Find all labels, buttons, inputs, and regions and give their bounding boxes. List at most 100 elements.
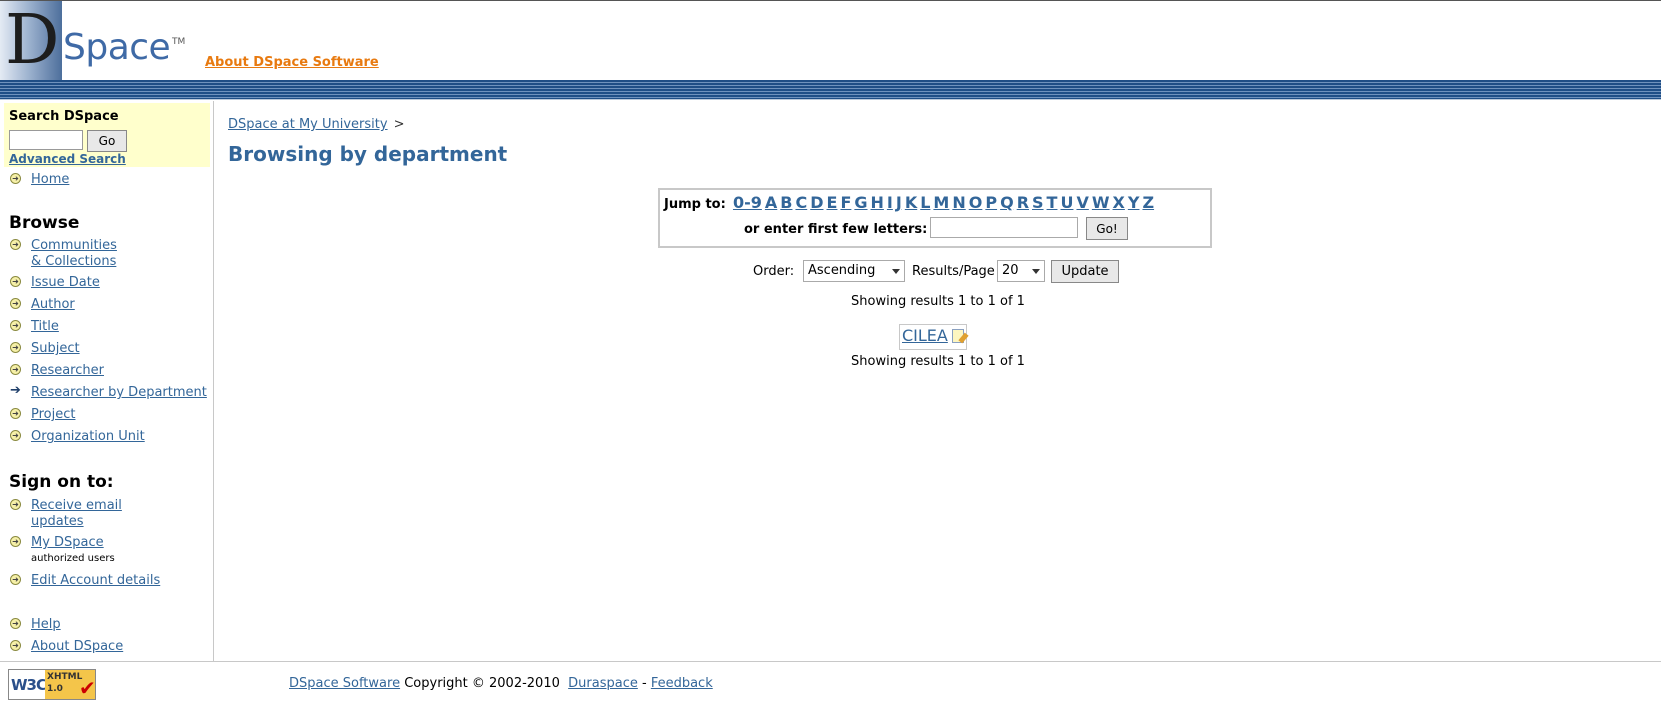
footer-dspace-software-link[interactable]: DSpace Software [289, 676, 400, 691]
jump-letter-link[interactable]: C [795, 193, 807, 212]
w3c-xhtml-badge[interactable]: W3C XHTML 1.0 ✔ [8, 669, 96, 700]
jump-letter-link[interactable]: Q [1000, 193, 1014, 212]
arrow-bullet-icon: ➜ [10, 430, 21, 441]
arrow-bullet-icon: ➜ [10, 173, 21, 184]
breadcrumb-home-link[interactable]: DSpace at My University [228, 117, 388, 132]
footer-copyright: Copyright © 2002-2010 [404, 676, 560, 691]
advanced-search-link[interactable]: Advanced Search [9, 152, 126, 166]
page-footer: W3C XHTML 1.0 ✔ DSpace Software Copyrigh… [0, 661, 1661, 705]
starts-with-row: or enter first few letters: [744, 222, 927, 237]
jump-letter-link[interactable]: G [854, 193, 867, 212]
arrow-bullet-icon: ➜ [10, 320, 21, 331]
search-title: Search DSpace [9, 109, 119, 124]
browse-link-title[interactable]: Title [31, 319, 59, 335]
sign-link-edit-account[interactable]: Edit Account details [31, 573, 160, 589]
sign-link-line2: updates [31, 514, 84, 529]
arrow-bullet-icon: ➜ [10, 536, 21, 547]
browse-link-communities[interactable]: Communities & Collections [31, 238, 117, 270]
browse-link-project[interactable]: Project [31, 407, 75, 423]
footer-text: DSpace Software Copyright © 2002-2010 Du… [289, 676, 713, 691]
jump-letter-link[interactable]: N [952, 193, 965, 212]
nav-link-home[interactable]: Home [31, 172, 69, 188]
arrow-bullet-icon: ➜ [10, 276, 21, 287]
footer-feedback-link[interactable]: Feedback [651, 676, 713, 691]
starts-with-input[interactable] [930, 217, 1078, 238]
showing-results-top: Showing results 1 to 1 of 1 [851, 294, 1025, 309]
jump-label: Jump to: [664, 197, 726, 212]
result-item: CILEA [899, 324, 967, 350]
logo-letter: D [5, 1, 60, 80]
page-title: Browsing by department [228, 142, 508, 166]
jump-letter-link[interactable]: B [780, 193, 792, 212]
jump-letter-link[interactable]: V [1076, 193, 1088, 212]
browse-link-researcher-by-department[interactable]: Researcher by Department [31, 385, 207, 401]
jump-letter-link[interactable]: Z [1142, 193, 1154, 212]
arrow-bullet-icon: ➜ [10, 364, 21, 375]
about-dspace-software-link[interactable]: About DSpace Software [205, 55, 379, 70]
jump-letter-link[interactable]: M [933, 193, 949, 212]
nav-link-help[interactable]: Help [31, 617, 61, 633]
jump-letter-link[interactable]: E [827, 193, 838, 212]
browse-link-researcher[interactable]: Researcher [31, 363, 104, 379]
jump-letter-link[interactable]: I [887, 193, 893, 212]
footer-duraspace-link[interactable]: Duraspace [568, 676, 638, 691]
jump-letter-link[interactable]: F [840, 193, 851, 212]
order-label: Order: [753, 264, 795, 279]
jump-letter-link[interactable]: H [871, 193, 884, 212]
jump-letter-link[interactable]: 0-9 [733, 193, 762, 212]
jump-letter-link[interactable]: U [1060, 193, 1073, 212]
update-button[interactable]: Update [1051, 260, 1119, 283]
browse-link-organization-unit[interactable]: Organization Unit [31, 429, 145, 445]
current-arrow-icon: ➔ [10, 383, 21, 398]
browse-link-subject[interactable]: Subject [31, 341, 80, 357]
arrow-bullet-icon: ➜ [10, 239, 21, 250]
browse-link-line1: Communities [31, 238, 117, 253]
order-select[interactable]: Ascending [803, 260, 905, 282]
browse-link-issue-date[interactable]: Issue Date [31, 275, 100, 291]
page-header: D Space TM About DSpace Software [0, 0, 1661, 80]
jump-letter-link[interactable]: R [1017, 193, 1029, 212]
arrow-bullet-icon: ➜ [10, 499, 21, 510]
results-per-page-select[interactable]: 20 [997, 260, 1045, 282]
jump-letter-link[interactable]: A [765, 193, 777, 212]
sign-link-line1: Receive email [31, 498, 122, 513]
w3c-logo-text: W3C [11, 676, 47, 694]
header-stripe [0, 80, 1661, 100]
sign-link-email-updates[interactable]: Receive email updates [31, 498, 122, 530]
main-content: DSpace at My University > Browsing by dep… [215, 101, 1661, 661]
search-go-button[interactable]: Go [87, 130, 127, 152]
footer-dash: - [641, 676, 647, 691]
showing-results-bottom: Showing results 1 to 1 of 1 [851, 354, 1025, 369]
order-select-value: Ascending [808, 263, 876, 278]
jump-letter-link[interactable]: O [969, 193, 983, 212]
sign-link-my-dspace[interactable]: My DSpace [31, 535, 104, 551]
breadcrumb: DSpace at My University > [228, 117, 404, 132]
edit-icon[interactable] [951, 329, 964, 343]
checkmark-icon: ✔ [79, 676, 96, 700]
starts-with-label: or enter first few letters: [744, 222, 928, 237]
my-dspace-subtext: authorized users [31, 553, 115, 564]
nav-link-about[interactable]: About DSpace [31, 639, 123, 655]
jump-letter-link[interactable]: P [985, 193, 997, 212]
jump-letter-link[interactable]: T [1047, 193, 1058, 212]
breadcrumb-separator: > [393, 117, 405, 132]
arrow-bullet-icon: ➜ [10, 408, 21, 419]
jump-letter-link[interactable]: D [810, 193, 823, 212]
results-per-page-value: 20 [1002, 263, 1019, 278]
jump-letter-link[interactable]: X [1113, 193, 1125, 212]
browse-heading: Browse [9, 213, 80, 233]
result-link[interactable]: CILEA [902, 326, 948, 345]
jump-letter-link[interactable]: Y [1128, 193, 1140, 212]
arrow-bullet-icon: ➜ [10, 640, 21, 651]
jump-letter-link[interactable]: J [896, 193, 902, 212]
jump-letters: 0-9 A B C D E F G H I J K L M N O P Q R S T U V W X Y Z [730, 193, 1154, 212]
browse-link-author[interactable]: Author [31, 297, 75, 313]
jump-letter-link[interactable]: L [920, 193, 930, 212]
search-input[interactable] [9, 130, 83, 150]
jump-letter-link[interactable]: S [1032, 193, 1044, 212]
dspace-logo[interactable]: D Space TM [0, 1, 185, 80]
logo-tm: TM [172, 37, 186, 47]
starts-with-go-button[interactable]: Go! [1086, 217, 1128, 240]
jump-letter-link[interactable]: K [905, 193, 917, 212]
jump-letter-link[interactable]: W [1092, 193, 1110, 212]
